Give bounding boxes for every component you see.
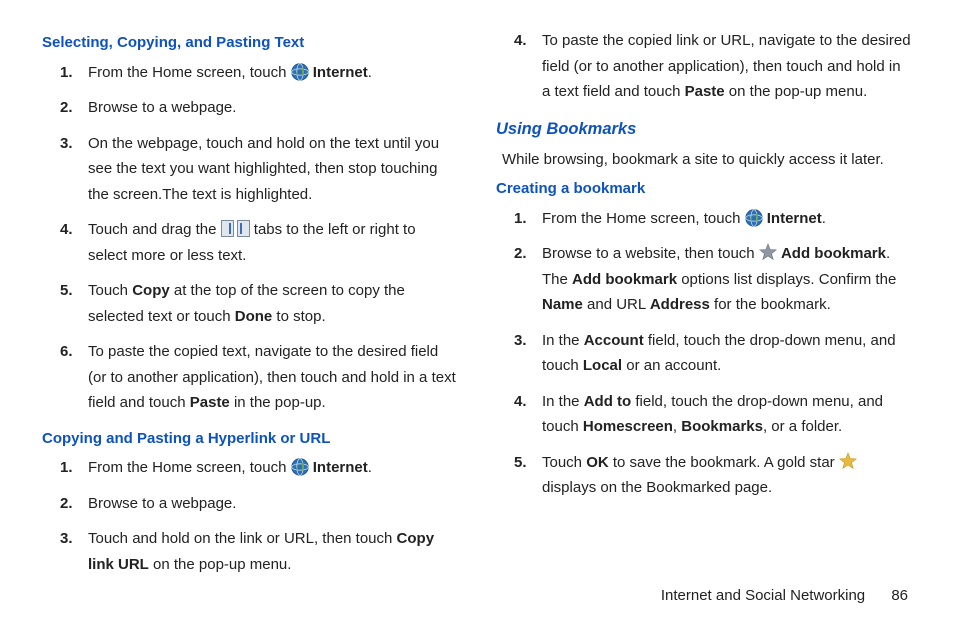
heading-using-bookmarks: Using Bookmarks — [496, 115, 912, 143]
steps-create-bookmark: From the Home screen, touch Internet. Br… — [496, 206, 912, 501]
list-item: From the Home screen, touch Internet. — [88, 455, 458, 481]
list-item: In the Add to field, touch the drop-down… — [542, 389, 912, 440]
heading-selecting: Selecting, Copying, and Pasting Text — [42, 30, 458, 56]
list-item: Touch Copy at the top of the screen to c… — [88, 278, 458, 329]
list-item: On the webpage, touch and hold on the te… — [88, 131, 458, 208]
steps-copy-url-cont: To paste the copied link or URL, navigat… — [496, 28, 912, 105]
page-number: 86 — [891, 587, 908, 604]
list-item: Touch and drag the tabs to the left or r… — [88, 217, 458, 268]
list-item: From the Home screen, touch Internet. — [542, 206, 912, 232]
star-gold-icon — [839, 452, 857, 470]
globe-icon — [745, 209, 763, 227]
list-item: To paste the copied text, navigate to th… — [88, 339, 458, 416]
list-item: In the Account field, touch the drop-dow… — [542, 328, 912, 379]
list-item: Browse to a webpage. — [88, 95, 458, 121]
globe-icon — [291, 63, 309, 81]
list-item: Touch OK to save the bookmark. A gold st… — [542, 450, 912, 501]
selection-handle-icon — [221, 220, 250, 237]
list-item: From the Home screen, touch Internet. — [88, 60, 458, 86]
heading-copy-url: Copying and Pasting a Hyperlink or URL — [42, 426, 458, 452]
section-name: Internet and Social Networking — [661, 587, 865, 604]
page-footer: Internet and Social Networking 86 — [661, 587, 908, 604]
star-icon — [759, 243, 777, 261]
right-column: To paste the copied link or URL, navigat… — [496, 28, 912, 587]
list-item: Touch and hold on the link or URL, then … — [88, 526, 458, 577]
globe-icon — [291, 458, 309, 476]
heading-creating-bookmark: Creating a bookmark — [496, 176, 912, 202]
steps-copy-url: From the Home screen, touch Internet. Br… — [42, 455, 458, 577]
steps-selecting: From the Home screen, touch Internet. Br… — [42, 60, 458, 416]
bookmarks-intro: While browsing, bookmark a site to quick… — [502, 147, 912, 173]
left-column: Selecting, Copying, and Pasting Text Fro… — [42, 28, 458, 587]
list-item: Browse to a website, then touch Add book… — [542, 241, 912, 318]
list-item: Browse to a webpage. — [88, 491, 458, 517]
list-item: To paste the copied link or URL, navigat… — [542, 28, 912, 105]
